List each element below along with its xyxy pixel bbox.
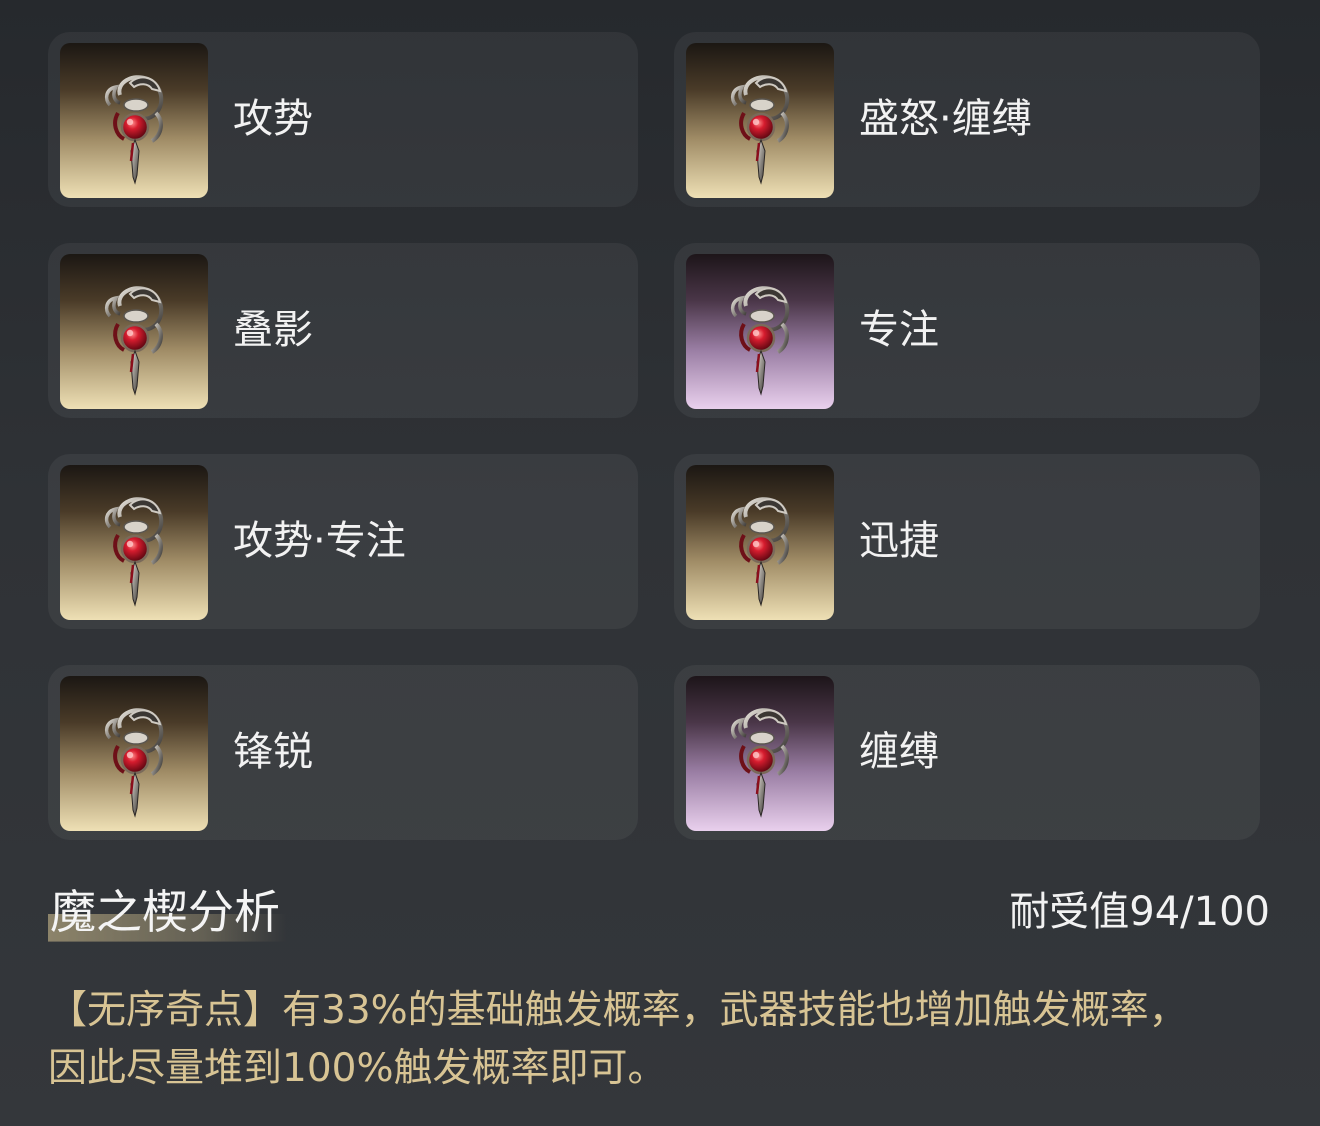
mod-card[interactable]: 叠影 [48,243,638,418]
demon-wedge-amulet-icon [730,708,790,818]
demon-wedge-amulet-icon [730,75,790,185]
mod-card[interactable]: 攻势 [48,32,638,207]
mod-name: 锋锐 [233,729,313,775]
mod-thumbnail [60,465,208,620]
mod-thumbnail [60,43,208,198]
analysis-text: 【无序奇点】有33%的基础触发概率，武器技能也增加触发概率，因此尽量堆到100%… [48,988,1188,1091]
mod-card[interactable]: 专注 [674,243,1260,418]
durability-value: 耐受值94/100 [1009,889,1270,935]
mod-card[interactable]: 锋锐 [48,665,638,840]
mod-thumbnail [686,465,834,620]
mod-thumbnail [60,676,208,831]
demon-wedge-amulet-icon [104,708,164,818]
mod-thumbnail [60,254,208,409]
analysis-title: 魔之楔分析 [48,882,286,942]
demon-wedge-amulet-icon [730,497,790,607]
mod-name: 盛怒·缠缚 [859,96,1032,142]
demon-wedge-amulet-icon [730,286,790,396]
mod-card[interactable]: 迅捷 [674,454,1260,629]
mod-name: 迅捷 [859,518,939,564]
mod-thumbnail [686,254,834,409]
mod-name: 攻势·专注 [233,518,406,564]
mod-name: 叠影 [233,307,313,353]
demon-wedge-amulet-icon [104,286,164,396]
mod-name: 专注 [859,307,939,353]
mod-grid: 攻势 盛怒·缠缚 叠影 专注 攻势·专注 迅捷 锋锐 缠缚 [48,32,1260,840]
demon-wedge-amulet-icon [104,75,164,185]
mod-thumbnail [686,676,834,831]
mod-card[interactable]: 盛怒·缠缚 [674,32,1260,207]
demon-wedge-amulet-icon [104,497,164,607]
mod-card[interactable]: 缠缚 [674,665,1260,840]
mod-name: 缠缚 [859,729,939,775]
mod-thumbnail [686,43,834,198]
mod-card[interactable]: 攻势·专注 [48,454,638,629]
mod-name: 攻势 [233,96,313,142]
